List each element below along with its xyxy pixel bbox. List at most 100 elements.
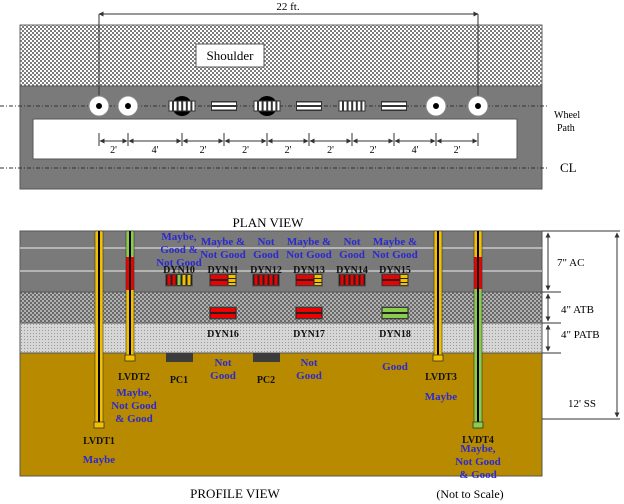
rod-anchor	[432, 354, 444, 362]
strain-gauge-vertical-icon	[338, 100, 366, 112]
gauge-label: DYN14	[336, 265, 368, 276]
lvdt-icon	[117, 95, 139, 117]
gauge-rating: Maybe,	[161, 231, 196, 243]
layer-label-ac: 7" AC	[557, 257, 584, 269]
gauge-stripe	[264, 275, 268, 285]
gauge-rating: Maybe &	[373, 236, 417, 248]
gauge-stripe	[296, 308, 322, 312]
lvdt-label-2: LVDT2	[118, 372, 150, 383]
gauge-stripe	[257, 101, 259, 111]
gauge-stripe	[355, 275, 359, 285]
gauge-rating: Good &	[160, 244, 198, 256]
gauge-stripe	[360, 101, 363, 111]
gauge-stripe	[182, 275, 186, 285]
spacing-label: 2'	[110, 145, 117, 156]
spacing-label: 2'	[200, 145, 207, 156]
gauge-stripe	[382, 107, 406, 110]
gauge-stripe	[314, 283, 322, 285]
profile-view-title: PROFILE VIEW	[190, 486, 280, 501]
dimension-strip	[32, 118, 518, 160]
lvdt-center	[433, 103, 439, 109]
wheel-path-label-2: Path	[557, 123, 575, 134]
gauge-stripe	[177, 275, 181, 285]
lvdt2-rod	[124, 230, 136, 362]
gauge-rating: Good	[382, 361, 408, 373]
wheel-path-label-1: Wheel	[554, 110, 580, 121]
gauge-label: DYN17	[293, 329, 325, 340]
gauge-stripe	[382, 314, 408, 318]
layer-label-patb: 4" PATB	[561, 329, 600, 341]
gauge-stripe	[172, 101, 174, 111]
gauge-stripe	[355, 101, 358, 111]
spacing-label: 2'	[285, 145, 292, 156]
plan-view: 22 ft. Shoulder Wheel Path CL 2' 4' 2' 2' 2'…	[0, 1, 580, 190]
gauge-stripe	[275, 101, 278, 111]
gauge-stripe	[210, 314, 236, 318]
gauge-label: DYN12	[250, 265, 282, 276]
gauge-stripe	[345, 275, 349, 285]
pressure-cell-label: PC1	[170, 375, 188, 386]
gauge-stripe	[297, 107, 321, 110]
spacing-label: 4'	[412, 145, 419, 156]
profile-view: 7" AC 4" ATB 4" PATB 12' SS LVDT1 Maybe LV…	[19, 230, 620, 481]
gauge-rating: Good	[339, 249, 365, 261]
lvdt-center	[96, 103, 102, 109]
gauge-rating: Not Good	[156, 257, 202, 269]
gauge-rating: Good	[253, 249, 279, 261]
spacing-label: 2'	[327, 145, 334, 156]
spacing-label: 2'	[454, 145, 461, 156]
width-label: 22 ft.	[276, 1, 299, 13]
gauge-stripe	[254, 275, 258, 285]
gauge-stripe	[351, 101, 354, 111]
gauge-rating: Good	[296, 370, 322, 382]
lvdt-rating: Not Good	[111, 400, 157, 412]
gauge-stripe	[274, 275, 278, 285]
gauge-rating: Maybe &	[287, 236, 331, 248]
lvdt-icon	[467, 95, 489, 117]
gauge-stripe	[382, 308, 408, 312]
gauge-stripe	[228, 279, 236, 282]
lvdt-label-3: LVDT3	[425, 372, 457, 383]
gauge-label: DYN18	[379, 329, 411, 340]
lvdt1-rod	[93, 230, 105, 429]
gauge-dyn16	[209, 306, 237, 320]
gauge-stripe	[382, 102, 406, 105]
gauge-rating: Good	[210, 370, 236, 382]
rod-anchor	[472, 421, 484, 429]
lvdt3-rod	[432, 230, 444, 362]
plan-view-title: PLAN VIEW	[233, 215, 305, 230]
layer-label-ss: 12' SS	[568, 398, 596, 410]
lvdt-rating: Not Good	[455, 456, 501, 468]
gauge-stripe	[187, 275, 191, 285]
lvdt-rating: Maybe	[83, 454, 116, 466]
gauge-stripe	[259, 275, 263, 285]
gauge-rating: Not	[257, 236, 274, 248]
gauge-stripe	[261, 101, 264, 111]
gauge-stripe	[342, 101, 344, 111]
gauge-dyn18	[381, 306, 409, 320]
gauge-stripe	[190, 101, 193, 111]
gauge-stripe	[212, 102, 236, 105]
pressure-cell-2	[253, 353, 280, 362]
lvdt-rating: & Good	[115, 413, 153, 425]
gauge-stripe	[172, 275, 176, 285]
lvdt4-rod	[472, 230, 484, 429]
spacing-label: 2'	[370, 145, 377, 156]
gauge-stripe	[350, 275, 354, 285]
gauge-stripe	[269, 275, 273, 285]
gauge-stripe	[176, 101, 179, 111]
rod-anchor	[124, 354, 136, 362]
lvdt-rating: Maybe,	[116, 387, 151, 399]
scale-note: (Not to Scale)	[436, 487, 503, 501]
gauge-stripe	[270, 101, 273, 111]
pressure-cell-1	[166, 353, 193, 362]
gauge-stripe	[296, 314, 322, 318]
gauge-stripe	[266, 101, 269, 111]
lvdt-rating: & Good	[459, 469, 497, 481]
strain-gauge-horizontal-icon	[211, 101, 237, 111]
lvdt-icon	[88, 95, 110, 117]
pavement-instrumentation-diagram: 22 ft. Shoulder Wheel Path CL 2' 4' 2' 2' 2'…	[0, 1, 620, 501]
shoulder-area	[19, 24, 543, 87]
layer-label-atb: 4" ATB	[561, 304, 594, 316]
gauge-stripe	[296, 281, 314, 285]
